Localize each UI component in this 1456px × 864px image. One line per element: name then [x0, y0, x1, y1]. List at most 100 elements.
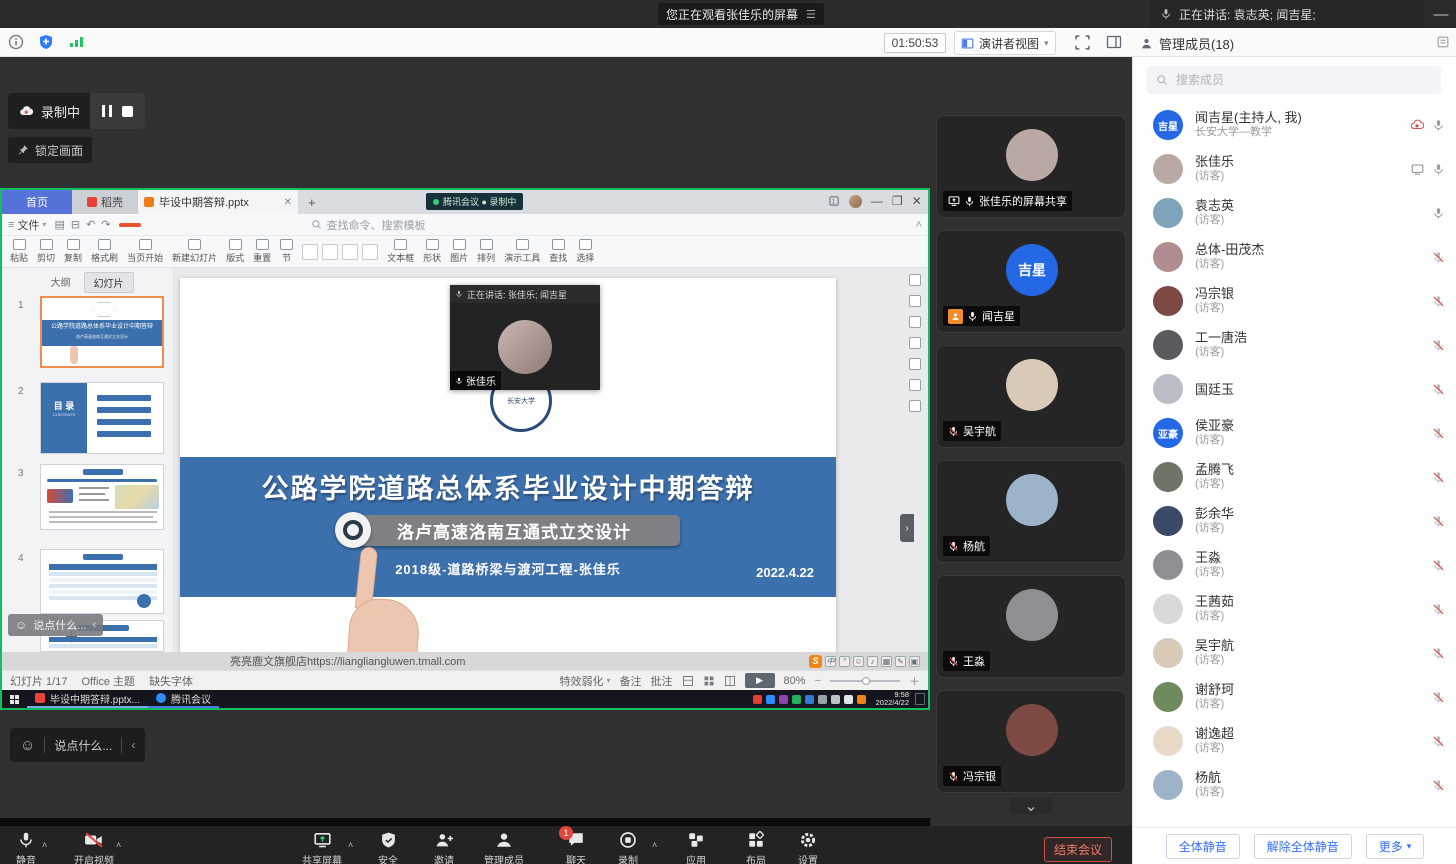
font-style-button[interactable] — [302, 244, 318, 260]
animation-icon[interactable] — [909, 316, 921, 328]
mic-muted-icon[interactable] — [1432, 559, 1445, 572]
ribbon-tool[interactable]: 复制 — [64, 239, 82, 264]
chart-icon[interactable] — [909, 379, 921, 391]
mic-muted-icon[interactable] — [1432, 779, 1445, 792]
chevron-left-icon[interactable]: ‹ — [131, 738, 135, 752]
tab-outline[interactable]: 大纲 — [42, 272, 80, 293]
minimize-button[interactable]: — — [1426, 0, 1456, 28]
chat-quick-input[interactable]: ☺ 说点什么... ‹ — [10, 728, 145, 762]
info-icon[interactable] — [8, 34, 24, 50]
wps-docer-tab[interactable]: 稻壳 — [72, 190, 138, 214]
new-tab-button[interactable]: + — [308, 195, 316, 210]
wps-menu-tab[interactable] — [239, 223, 253, 227]
font-style-button[interactable] — [342, 244, 358, 260]
show-desktop-button[interactable] — [915, 693, 925, 705]
mic-muted-icon[interactable] — [1432, 515, 1445, 528]
volume-icon[interactable] — [831, 695, 840, 704]
security-button[interactable]: 安全 — [356, 831, 420, 864]
tray-icon[interactable] — [779, 695, 788, 704]
wps-menu-tab[interactable] — [119, 223, 141, 227]
search-input[interactable] — [1174, 72, 1414, 88]
apps-button[interactable]: 应用 — [664, 831, 728, 864]
video-tile[interactable]: 吴宇航 — [936, 345, 1126, 448]
settings-button[interactable]: 设置 — [776, 831, 840, 864]
slide-thumbnail-2[interactable]: 目 录 CONTENTS — [40, 382, 164, 454]
window-restore-icon[interactable]: ❐ — [892, 194, 903, 208]
tray-icon[interactable] — [805, 695, 814, 704]
font-style-button[interactable] — [362, 244, 378, 260]
font-style-button[interactable] — [322, 244, 338, 260]
chevron-up-icon[interactable]: ˄ — [348, 840, 353, 850]
sogou-tray-icon[interactable] — [857, 695, 866, 704]
wps-menu-tab[interactable] — [175, 223, 189, 227]
tray-icon[interactable] — [818, 695, 827, 704]
tray-icon[interactable] — [753, 695, 762, 704]
sorter-view-icon[interactable] — [703, 675, 715, 687]
slideshow-play-button[interactable]: ▶ — [745, 673, 775, 688]
video-tile[interactable]: 张佳乐的屏幕共享 — [936, 115, 1126, 218]
zoom-out-button[interactable]: − — [815, 675, 821, 687]
window-minimize-icon[interactable]: — — [871, 194, 883, 208]
ribbon-tool[interactable]: 格式刷 — [91, 239, 118, 264]
participant-row[interactable]: 谢舒珂 (访客) — [1133, 675, 1456, 719]
file-menu[interactable]: ≡ 文件 ▾ — [8, 217, 46, 233]
share-screen-button[interactable]: 共享屏幕 — [290, 831, 354, 864]
wps-menu-tab[interactable] — [287, 223, 301, 227]
ribbon-tool[interactable]: 重置 — [253, 239, 271, 264]
redo-icon[interactable]: ↷ — [101, 218, 110, 231]
collapse-ribbon-icon[interactable]: ˄ — [916, 219, 922, 231]
mic-muted-icon[interactable] — [1432, 383, 1445, 396]
fx-toggle[interactable]: 特效弱化▾ — [560, 673, 611, 689]
video-tile[interactable]: 王淼 — [936, 575, 1126, 678]
mic-muted-icon[interactable] — [1432, 339, 1445, 352]
lock-view-button[interactable]: 锁定画面 — [8, 137, 92, 163]
collapse-side-panel-button[interactable]: › — [900, 514, 914, 542]
participant-row[interactable]: 杨航 (访客) — [1133, 763, 1456, 807]
mic-muted-icon[interactable] — [1432, 603, 1445, 616]
video-tile[interactable]: 冯宗银 — [936, 690, 1126, 793]
member-search-box[interactable] — [1147, 66, 1441, 94]
mic-muted-icon[interactable] — [1432, 471, 1445, 484]
zoom-slider[interactable] — [830, 680, 900, 682]
missing-font-warning[interactable]: 缺失字体 — [149, 673, 193, 689]
mute-all-button[interactable]: 全体静音 — [1166, 834, 1240, 859]
participant-row[interactable]: 冯宗银 (访客) — [1133, 279, 1456, 323]
ribbon-tool[interactable]: 演示工具 — [504, 239, 540, 264]
manage-members-button[interactable]: 管理成员 — [472, 831, 536, 864]
material-icon[interactable] — [909, 358, 921, 370]
slide-thumbnail-1[interactable]: 公路学院道路总体系毕业设计中期答辩 洛卢高速洛南互通式立交设计 — [40, 296, 164, 368]
start-button[interactable] — [10, 695, 19, 704]
battery-icon[interactable] — [844, 695, 853, 704]
security-shield-icon[interactable] — [38, 34, 54, 50]
design-icon[interactable] — [909, 337, 921, 349]
taskbar-clock[interactable]: 9:58 2022/4/22 — [876, 691, 909, 707]
chevron-up-icon[interactable]: ˄ — [42, 840, 47, 850]
properties-icon[interactable] — [909, 274, 921, 286]
punctuation-icon[interactable]: ° — [839, 656, 850, 667]
mic-icon[interactable]: ♪ — [867, 656, 878, 667]
tab-slides[interactable]: 幻灯片 — [84, 272, 134, 293]
mic-icon[interactable] — [1432, 207, 1445, 220]
pause-recording-button[interactable] — [102, 105, 112, 117]
participant-row[interactable]: 国廷玉 — [1133, 367, 1456, 411]
ad-text[interactable]: 亮亮鹿文旗舰店https://liangliangluwen.tmall.com — [230, 653, 465, 669]
chevron-up-icon[interactable]: ˄ — [116, 840, 121, 850]
ribbon-tool[interactable]: 剪切 — [37, 239, 55, 264]
keyboard-icon[interactable]: ▦ — [881, 656, 892, 667]
toolbox-icon[interactable]: ▣ — [909, 656, 920, 667]
mic-muted-icon[interactable] — [1432, 735, 1445, 748]
side-panel-icon[interactable] — [1106, 34, 1122, 50]
tiles-scroll-down-button[interactable]: ⌄ — [1010, 798, 1052, 814]
ribbon-tool[interactable]: 版式 — [226, 239, 244, 264]
mic-muted-icon[interactable] — [1432, 647, 1445, 660]
video-tile[interactable]: 吉星 闻吉星 — [936, 230, 1126, 333]
wps-menu-tab[interactable] — [143, 223, 157, 227]
window-close-icon[interactable]: ✕ — [912, 194, 922, 208]
unmute-all-button[interactable]: 解除全体静音 — [1254, 834, 1352, 859]
end-meeting-button[interactable]: 结束会议 — [1044, 837, 1112, 862]
emoji-icon[interactable]: ☺ — [20, 737, 35, 754]
mic-muted-icon[interactable] — [1432, 691, 1445, 704]
notes-button[interactable]: 备注 — [620, 673, 642, 689]
participant-row[interactable]: 工一唐浩 (访客) — [1133, 323, 1456, 367]
presenter-chat-pill[interactable]: ☺ 说点什么... ‹ — [8, 614, 103, 636]
